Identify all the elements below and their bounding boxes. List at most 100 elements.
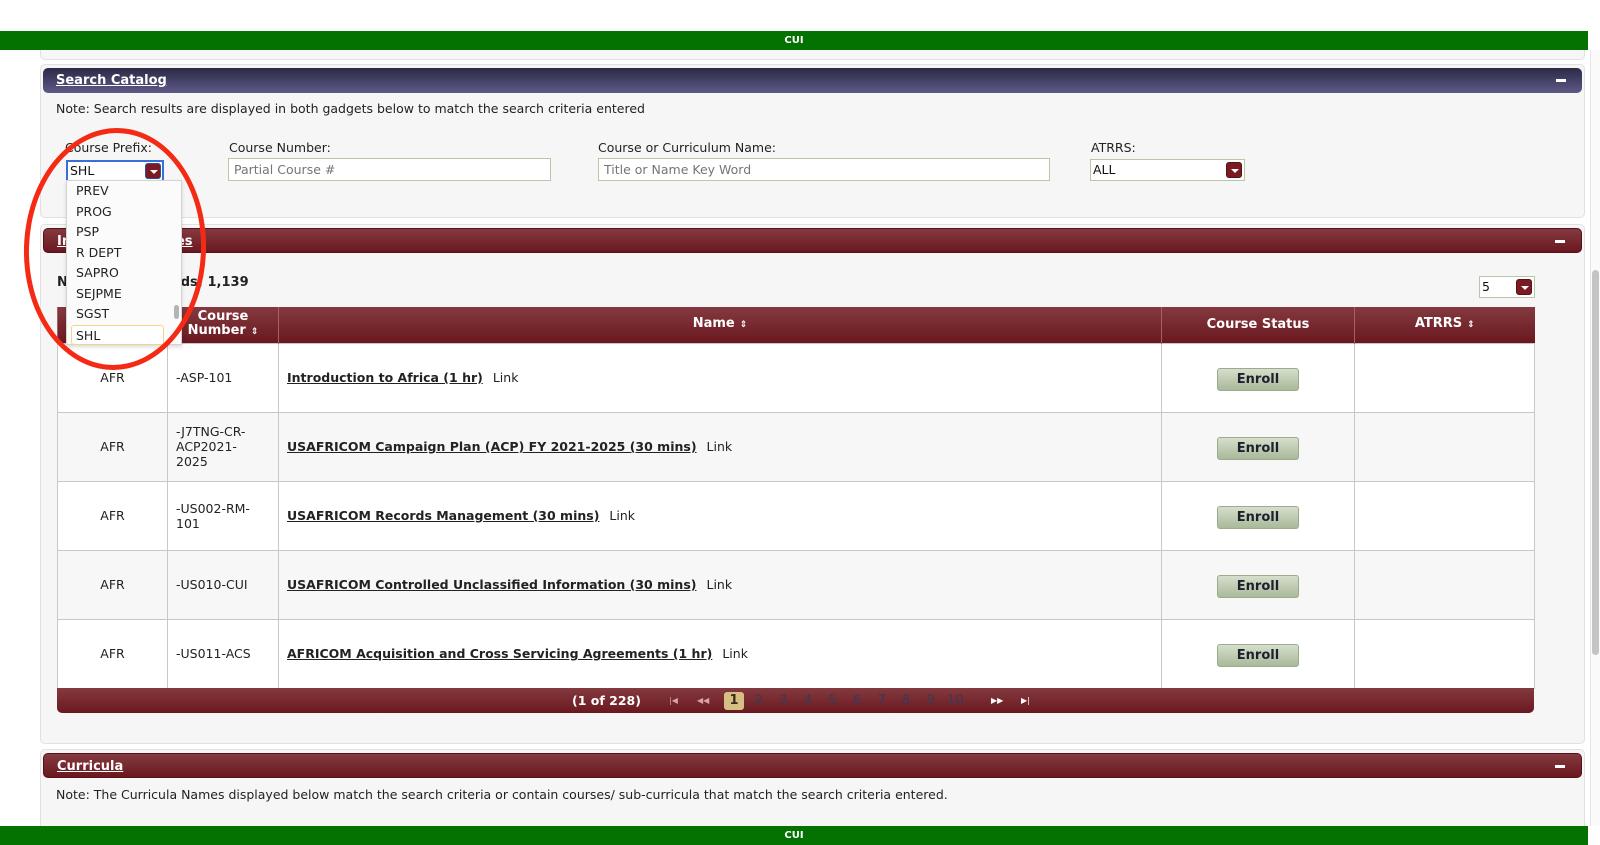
page-link-6[interactable]: 6 xyxy=(847,692,867,710)
chevron-down-icon[interactable] xyxy=(145,163,161,179)
course-name-link[interactable]: AFRICOM Acquisition and Cross Servicing … xyxy=(287,646,712,661)
chevron-down-icon[interactable] xyxy=(1516,279,1532,295)
cell-atrrs xyxy=(1354,480,1535,551)
courses-panel: Individual Courses Number of Records: 1,… xyxy=(40,224,1585,744)
enroll-button[interactable]: Enroll xyxy=(1217,436,1299,460)
cell-number: -J7TNG-CR- ACP2021- 2025 xyxy=(167,411,279,482)
enroll-button[interactable]: Enroll xyxy=(1217,643,1299,667)
curricula-note: Note: The Curricula Names displayed belo… xyxy=(56,787,948,802)
last-page-icon[interactable]: ▶| xyxy=(1021,688,1030,713)
cell-status: Enroll xyxy=(1161,480,1355,551)
course-link[interactable]: Link xyxy=(722,646,748,661)
course-name-link[interactable]: USAFRICOM Controlled Unclassified Inform… xyxy=(287,577,696,592)
page-link-5[interactable]: 5 xyxy=(822,692,842,710)
cell-name: USAFRICOM Campaign Plan (ACP) FY 2021-20… xyxy=(278,411,1162,482)
search-catalog-header: Search Catalog xyxy=(43,68,1582,93)
course-link[interactable]: Link xyxy=(609,508,635,523)
dropdown-option[interactable]: PSP xyxy=(67,222,181,243)
rows-per-page-value: 5 xyxy=(1482,279,1490,294)
page-scrollbar-thumb[interactable] xyxy=(1592,270,1599,655)
course-name-link[interactable]: USAFRICOM Records Management (30 mins) xyxy=(287,508,599,523)
page-link-2[interactable]: 2 xyxy=(749,692,769,710)
curricula-title[interactable]: Curricula xyxy=(57,759,123,774)
page-link-8[interactable]: 8 xyxy=(896,692,916,710)
page-link-7[interactable]: 7 xyxy=(872,692,892,710)
enroll-button[interactable]: Enroll xyxy=(1217,574,1299,598)
cell-status: Enroll xyxy=(1161,411,1355,482)
course-prefix-select[interactable]: SHL xyxy=(66,160,164,182)
cell-status: Enroll xyxy=(1161,342,1355,413)
atrrs-select[interactable]: ALL xyxy=(1090,159,1245,181)
paginator: (1 of 228) |◀ ◀◀ 1 2 3 4 5 6 7 8 9 10 ▶▶… xyxy=(57,688,1534,713)
cell-prefix: AFR xyxy=(57,549,168,620)
collapse-icon[interactable] xyxy=(1555,240,1565,243)
cell-atrrs xyxy=(1354,411,1535,482)
atrrs-value: ALL xyxy=(1093,162,1116,177)
next-page-icon[interactable]: ▶▶ xyxy=(991,688,1003,713)
cell-status: Enroll xyxy=(1161,618,1355,689)
dropdown-option[interactable]: R DEPT xyxy=(67,243,181,264)
dropdown-scrollbar[interactable] xyxy=(174,305,179,319)
page: CUI Search Catalog Note: Search results … xyxy=(0,0,1588,845)
page-link-4[interactable]: 4 xyxy=(798,692,818,710)
page-links: 1 2 3 4 5 6 7 8 9 10 xyxy=(724,692,970,710)
dropdown-option[interactable]: PREV xyxy=(67,181,181,202)
table-header-row: Course Prefix◆ Course Number⇕ Name⇕ Cour… xyxy=(57,307,1535,343)
cui-banner-bottom: CUI xyxy=(0,826,1588,845)
dropdown-option[interactable]: SEJPME xyxy=(67,284,181,305)
cell-atrrs xyxy=(1354,549,1535,620)
dropdown-option[interactable]: SGST xyxy=(67,304,181,325)
column-header-number[interactable]: Course Number ⇕ xyxy=(167,307,279,343)
cell-number: -US010-CUI xyxy=(167,549,279,620)
sort-icon[interactable]: ⇕ xyxy=(740,320,748,330)
first-page-icon[interactable]: |◀ xyxy=(669,688,678,713)
cell-number: -US002-RM- 101 xyxy=(167,480,279,551)
sort-icon[interactable]: ⇕ xyxy=(1467,320,1475,330)
cell-prefix: AFR xyxy=(57,411,168,482)
atrrs-label: ATRRS: xyxy=(1091,140,1136,155)
course-name-link[interactable]: Introduction to Africa (1 hr) xyxy=(287,370,483,385)
page-link-3[interactable]: 3 xyxy=(773,692,793,710)
search-note: Note: Search results are displayed in bo… xyxy=(56,101,645,116)
course-name-link[interactable]: USAFRICOM Campaign Plan (ACP) FY 2021-20… xyxy=(287,439,697,454)
column-header-name[interactable]: Name ⇕ xyxy=(278,307,1162,343)
collapse-icon[interactable] xyxy=(1555,765,1565,768)
cell-atrrs xyxy=(1354,342,1535,413)
cell-name: USAFRICOM Controlled Unclassified Inform… xyxy=(278,549,1162,620)
chevron-down-icon[interactable] xyxy=(1226,162,1242,178)
dropdown-option-selected[interactable]: SHL xyxy=(71,324,164,345)
course-link[interactable]: Link xyxy=(493,370,519,385)
course-link[interactable]: Link xyxy=(707,439,733,454)
dropdown-option[interactable]: SAPRO xyxy=(67,263,181,284)
table-row: AFR -J7TNG-CR- ACP2021- 2025 USAFRICOM Cam… xyxy=(57,411,1535,482)
search-catalog-panel: Search Catalog Note: Search results are … xyxy=(40,64,1585,218)
course-prefix-label: Course Prefix: xyxy=(65,140,152,155)
course-link[interactable]: Link xyxy=(706,577,732,592)
cui-banner-top: CUI xyxy=(0,31,1588,50)
cell-status: Enroll xyxy=(1161,549,1355,620)
column-header-atrrs[interactable]: ATRRS ⇕ xyxy=(1354,307,1535,343)
dropdown-option[interactable]: PROG xyxy=(67,202,181,223)
collapse-icon[interactable] xyxy=(1556,79,1566,82)
prev-page-icon[interactable]: ◀◀ xyxy=(697,688,709,713)
page-link-10[interactable]: 10 xyxy=(945,692,965,710)
course-name-input[interactable] xyxy=(598,158,1050,181)
course-prefix-value: SHL xyxy=(70,163,95,178)
search-catalog-title[interactable]: Search Catalog xyxy=(56,73,167,88)
column-header-status: Course Status xyxy=(1161,307,1355,343)
page-link-1[interactable]: 1 xyxy=(724,692,744,710)
rows-per-page-select[interactable]: 5 xyxy=(1479,276,1535,298)
course-name-label: Course or Curriculum Name: xyxy=(598,140,776,155)
course-number-input[interactable] xyxy=(228,158,551,181)
enroll-button[interactable]: Enroll xyxy=(1217,505,1299,529)
page-link-9[interactable]: 9 xyxy=(921,692,941,710)
cell-number: -US011-ACS xyxy=(167,618,279,689)
cell-atrrs xyxy=(1354,618,1535,689)
sort-icon[interactable]: ⇕ xyxy=(251,327,259,337)
course-prefix-dropdown: PREV PROG PSP R DEPT SAPRO SEJPME SGST S… xyxy=(66,180,182,345)
enroll-button[interactable]: Enroll xyxy=(1217,367,1299,391)
page-report: (1 of 228) xyxy=(572,693,641,708)
cell-name: USAFRICOM Records Management (30 mins) Li… xyxy=(278,480,1162,551)
cell-number: -ASP-101 xyxy=(167,342,279,413)
cell-name: AFRICOM Acquisition and Cross Servicing … xyxy=(278,618,1162,689)
